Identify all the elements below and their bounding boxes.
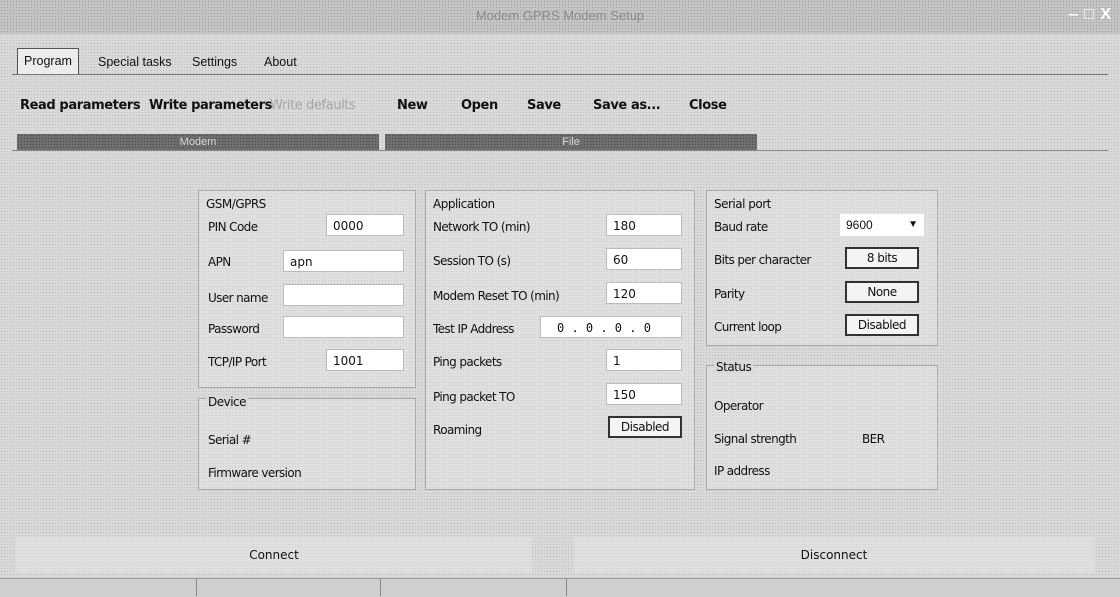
bits-per-character-button[interactable]: 8 bits [845, 247, 919, 269]
tcp-ip-port-label: TCP/IP Port [208, 355, 267, 369]
window-controls[interactable]: ‒ □ X [1069, 6, 1112, 24]
write-parameters-button[interactable]: Write parameters [149, 98, 272, 113]
save-as-button[interactable]: Save as... [593, 98, 661, 113]
ping-packet-to-field[interactable]: 150 [606, 383, 682, 405]
pin-code-label: PIN Code [208, 220, 258, 234]
tcp-ip-port-field[interactable]: 1001 [326, 349, 404, 371]
signal-strength-label: Signal strength [714, 432, 797, 446]
modem-group-label: Modem [17, 134, 379, 150]
write-defaults-button[interactable]: Write defaults [270, 98, 356, 113]
serial-port-title: Serial port [714, 197, 771, 211]
window-title: Modem GPRS Modem Setup [475, 8, 645, 23]
operator-label: Operator [714, 399, 764, 413]
parity-label: Parity [714, 287, 745, 301]
password-field[interactable] [283, 316, 404, 338]
network-to-field[interactable]: 180 [606, 214, 682, 236]
user-name-label: User name [208, 291, 268, 305]
tab-settings[interactable]: Settings [186, 50, 243, 76]
chevron-down-icon[interactable]: ▼ [908, 214, 918, 236]
file-group-label: File [385, 134, 757, 150]
baud-rate-label: Baud rate [714, 220, 768, 234]
baud-rate-select[interactable]: 9600 ▼ [840, 214, 924, 236]
apn-field[interactable]: apn [283, 250, 404, 272]
ping-packets-field[interactable]: 1 [606, 349, 682, 371]
status-bar-divider [196, 578, 197, 596]
ber-label: BER [862, 432, 885, 446]
ping-packet-to-label: Ping packet TO [433, 390, 515, 404]
open-button[interactable]: Open [461, 98, 498, 113]
session-to-field[interactable]: 60 [606, 248, 682, 270]
read-parameters-button[interactable]: Read parameters [20, 98, 141, 113]
roaming-label: Roaming [433, 423, 482, 437]
tab-special-tasks[interactable]: Special tasks [92, 50, 178, 76]
roaming-toggle-button[interactable]: Disabled [608, 416, 682, 438]
ribbon-bottom-line [12, 150, 1108, 151]
close-button[interactable]: Close [689, 98, 727, 113]
test-ip-address-label: Test IP Address [433, 322, 514, 336]
ping-packets-label: Ping packets [433, 355, 502, 369]
new-button[interactable]: New [397, 98, 428, 113]
password-label: Password [208, 322, 260, 336]
session-to-label: Session TO (s) [433, 254, 511, 268]
tab-program[interactable]: Program [17, 48, 79, 75]
device-title: Device [206, 395, 249, 409]
tab-about[interactable]: About [258, 50, 303, 76]
firmware-version-label: Firmware version [208, 466, 302, 480]
pin-code-field[interactable]: 0000 [326, 214, 404, 236]
status-bar [0, 578, 1120, 597]
modem-reset-to-label: Modem Reset TO (min) [433, 289, 560, 303]
current-loop-label: Current loop [714, 320, 782, 334]
bits-per-character-label: Bits per character [714, 253, 811, 267]
gsm-gprs-title: GSM/GPRS [206, 197, 266, 211]
serial-number-label: Serial # [208, 433, 252, 447]
network-to-label: Network TO (min) [433, 220, 531, 234]
status-title: Status [714, 360, 754, 374]
test-ip-address-field[interactable]: 0 . 0 . 0 . 0 [540, 316, 682, 338]
modem-reset-to-field[interactable]: 120 [606, 282, 682, 304]
application-title: Application [433, 197, 495, 211]
status-bar-divider [566, 578, 567, 596]
disconnect-button[interactable]: Disconnect [574, 537, 1094, 573]
status-bar-divider [380, 578, 381, 596]
apn-label: APN [208, 255, 231, 269]
baud-rate-value: 9600 [846, 218, 873, 232]
ribbon-top-line [12, 74, 1108, 75]
current-loop-button[interactable]: Disabled [845, 314, 919, 336]
user-name-field[interactable] [283, 284, 404, 306]
parity-button[interactable]: None [845, 281, 919, 303]
ip-address-label: IP address [714, 464, 770, 478]
connect-button[interactable]: Connect [16, 537, 532, 573]
save-button[interactable]: Save [527, 98, 561, 113]
